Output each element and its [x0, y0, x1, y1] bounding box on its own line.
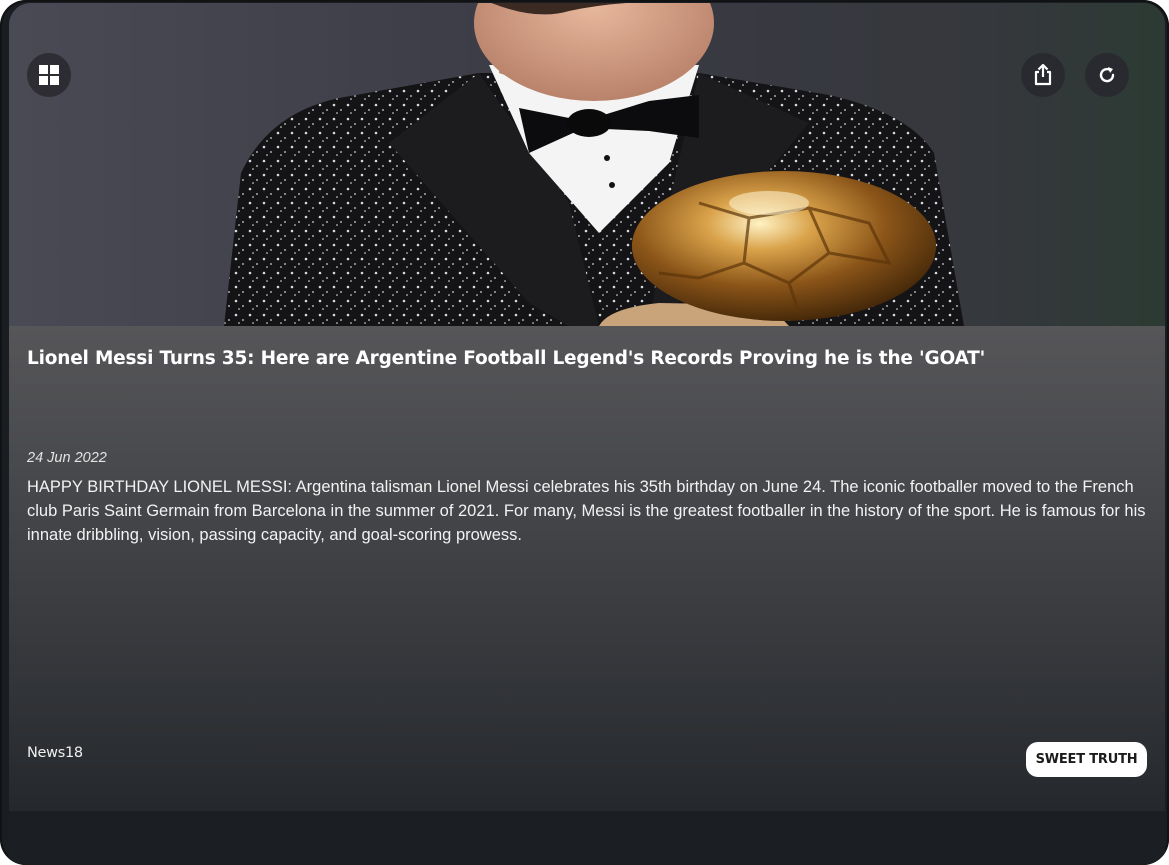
windows-grid-icon[interactable]: [27, 53, 71, 97]
refresh-icon[interactable]: [1085, 53, 1129, 97]
article-source[interactable]: News18: [27, 745, 83, 761]
share-icon[interactable]: [1021, 53, 1065, 97]
article-date: 24 Jun 2022: [27, 450, 107, 466]
article-card[interactable]: Lionel Messi Turns 35: Here are Argentin…: [9, 326, 1165, 811]
hero-illustration: [9, 3, 1165, 326]
footer-strip: [9, 811, 1165, 865]
article-title[interactable]: Lionel Messi Turns 35: Here are Argentin…: [27, 346, 1127, 372]
app-frame: Lionel Messi Turns 35: Here are Argentin…: [0, 0, 1169, 865]
sweet-truth-button[interactable]: SWEET TRUTH: [1026, 742, 1147, 777]
article-summary: HAPPY BIRTHDAY LIONEL MESSI: Argentina t…: [27, 478, 1146, 544]
hero-image: [9, 3, 1165, 326]
